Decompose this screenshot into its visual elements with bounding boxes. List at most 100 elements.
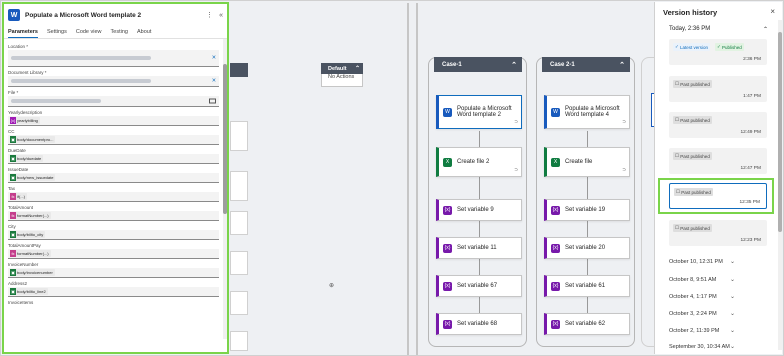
tab-parameters[interactable]: Parameters: [8, 26, 38, 38]
date-group-header[interactable]: October 3, 2:24 PM: [669, 311, 717, 317]
parameter-input[interactable]: ▣ body/new_issuedate: [8, 173, 219, 183]
flow-node[interactable]: W Populate a Microsoft Word template 4 ⊃: [544, 95, 630, 129]
flow-node[interactable]: {x} Set variable 68: [436, 313, 522, 335]
date-group-header[interactable]: October 10, 12:31 PM: [669, 259, 723, 265]
dynamic-token[interactable]: ▣ body/billto_line2: [10, 288, 48, 295]
dynamic-token[interactable]: fx formatNumber(...): [10, 212, 51, 219]
parameter-input[interactable]: ▣ body/documentpro...: [8, 135, 219, 145]
tab-settings[interactable]: Settings: [47, 26, 67, 38]
hidden-case-header: [230, 63, 248, 77]
variable-icon: {x}: [551, 205, 560, 215]
chevron-down-icon[interactable]: ⌄: [730, 310, 735, 317]
chevron-down-icon[interactable]: ⌄: [730, 327, 735, 334]
parameter-input[interactable]: {x} yearlybilling: [8, 116, 219, 126]
dynamic-token[interactable]: ▣ body/new_issuedate: [10, 174, 56, 181]
chevron-up-icon[interactable]: ⌃: [355, 65, 360, 72]
date-group-header[interactable]: September 30, 10:34 AM: [669, 344, 730, 350]
clear-icon[interactable]: ×: [212, 78, 216, 85]
dynamic-token[interactable]: fx if(...): [10, 193, 27, 200]
parameter-input[interactable]: ▣ body/billto_city: [8, 230, 219, 240]
version-history-scrollbar-thumb[interactable]: [778, 32, 782, 232]
parameter-input[interactable]: fx formatNumber(...): [8, 211, 219, 221]
chevron-down-icon[interactable]: ⌄: [730, 343, 735, 350]
flow-node[interactable]: {x} Set variable 19: [544, 199, 630, 221]
date-group-header[interactable]: Today, 2:36 PM: [669, 26, 710, 32]
selection-highlight: [658, 178, 774, 214]
chevron-up-icon[interactable]: ⌃: [511, 61, 517, 69]
expression-icon: fx: [10, 250, 16, 257]
parameter-input[interactable]: fx formatNumber(...): [8, 249, 219, 259]
parameter-input[interactable]: ▣ body/billto_line2: [8, 287, 219, 297]
version-card[interactable]: ✓ Latest version ✓ Published 2:36 PM: [669, 39, 767, 65]
link-icon: ⊃: [622, 167, 626, 172]
chevron-up-icon[interactable]: ⌃: [763, 26, 768, 33]
folder-icon[interactable]: [209, 98, 216, 104]
default-case-header[interactable]: Default ⌃: [321, 63, 363, 74]
dynamic-token[interactable]: {x} yearlybilling: [10, 117, 40, 124]
variable-icon: {x}: [443, 205, 452, 215]
dynamic-token[interactable]: ▣ body/duedate: [10, 155, 44, 162]
close-icon[interactable]: ×: [770, 7, 775, 16]
dynamic-token[interactable]: ▣ body/billto_city: [10, 231, 46, 238]
chevron-down-icon[interactable]: ⌄: [730, 276, 735, 283]
date-group-header[interactable]: October 2, 11:39 PM: [669, 328, 719, 334]
parameter-input[interactable]: ▣ body/duedate: [8, 154, 219, 164]
version-time: 12:23 PM: [740, 238, 761, 243]
flow-node[interactable]: {x} Set variable 61: [544, 275, 630, 297]
field-label: InvoiceNumber: [8, 262, 39, 267]
redacted-value: [11, 99, 101, 103]
parameter-input[interactable]: fx if(...): [8, 192, 219, 202]
field-label: Location *: [8, 44, 29, 49]
more-options-icon[interactable]: ⋮: [206, 11, 213, 19]
excel-icon: X: [551, 157, 560, 167]
field-label: IssueDate: [8, 167, 29, 172]
version-card[interactable]: ☐ Past published 12:47 PM: [669, 148, 767, 174]
flow-node[interactable]: {x} Set variable 62: [544, 313, 630, 335]
dynamic-token[interactable]: ▣ body/documentpro...: [10, 136, 56, 143]
flow-node[interactable]: W Populate a Microsoft Word template 2 ⊃: [436, 95, 522, 129]
case-title: Case 2-1: [550, 61, 575, 68]
token-label: body/duedate: [17, 156, 42, 161]
redacted-value: [11, 79, 151, 83]
location-input[interactable]: ×: [8, 50, 219, 67]
tab-testing[interactable]: Testing: [111, 26, 128, 38]
tab-code-view[interactable]: Code view: [76, 26, 102, 38]
flow-node[interactable]: X Create file 2 ⊃: [436, 147, 522, 177]
dynamic-token[interactable]: ▣ body/invoicenumber: [10, 269, 55, 276]
case-1-header[interactable]: Case-1 ⌃: [434, 57, 522, 72]
chevron-up-icon[interactable]: ⌃: [619, 61, 625, 69]
panel-scrollbar-thumb[interactable]: [223, 64, 227, 214]
flow-node[interactable]: X Create file ⊃: [544, 147, 630, 177]
flow-node[interactable]: {x} Set variable 20: [544, 237, 630, 259]
clear-icon[interactable]: ×: [212, 55, 216, 62]
node-label: Set variable 67: [457, 283, 498, 289]
variable-icon: {x}: [551, 243, 560, 253]
field-label: CC: [8, 129, 15, 134]
collapse-icon[interactable]: «: [219, 12, 223, 19]
parameter-input[interactable]: ▣ body/invoicenumber: [8, 268, 219, 278]
version-card[interactable]: ☐ Past published 12:49 PM: [669, 112, 767, 138]
chevron-down-icon[interactable]: ⌄: [730, 258, 735, 265]
token-label: body/invoicenumber: [17, 270, 53, 275]
flow-node[interactable]: {x} Set variable 9: [436, 199, 522, 221]
variable-icon: {x}: [551, 281, 560, 291]
flow-node[interactable]: {x} Set variable 67: [436, 275, 522, 297]
version-time: 1:47 PM: [743, 94, 761, 99]
chevron-down-icon[interactable]: ⌄: [730, 293, 735, 300]
version-card[interactable]: ☐ Past published 12:23 PM: [669, 220, 767, 246]
file-input[interactable]: [8, 96, 219, 107]
tab-about[interactable]: About: [137, 26, 151, 38]
dynamic-token[interactable]: fx formatNumber(...): [10, 250, 51, 257]
flow-node[interactable]: {x} Set variable 11: [436, 237, 522, 259]
token-label: if(...): [17, 194, 25, 199]
date-group-header[interactable]: October 8, 9:51 AM: [669, 277, 716, 283]
word-icon: W: [443, 107, 452, 117]
field-label: TotalAmountPay: [8, 243, 41, 248]
version-card[interactable]: ☐ Past published 1:47 PM: [669, 76, 767, 102]
field-label: Tax: [8, 186, 16, 191]
word-icon: W: [8, 9, 20, 21]
case-2-header[interactable]: Case 2-1 ⌃: [542, 57, 630, 72]
date-group-header[interactable]: October 4, 1:17 PM: [669, 294, 717, 300]
document-library-input[interactable]: ×: [8, 76, 219, 87]
field-label: TotalAmount: [8, 205, 34, 210]
